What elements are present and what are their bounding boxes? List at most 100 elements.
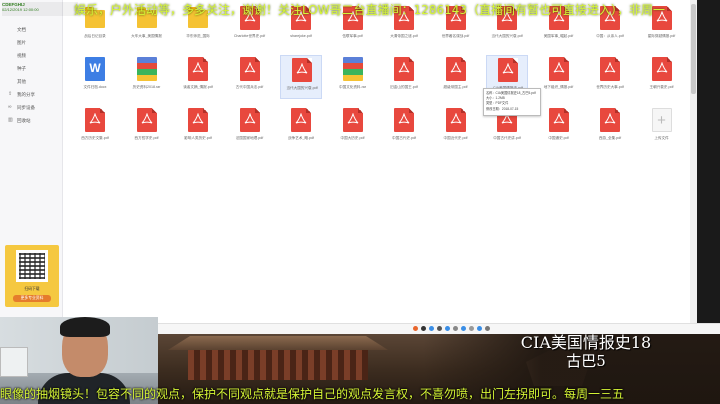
pdf-file-icon (548, 57, 569, 81)
file-name: sharejoke.pdf (290, 34, 312, 38)
file-item[interactable]: 中国通史.pdf (538, 106, 580, 150)
promo-qr-card[interactable]: 扫码下载 更多专业资料 (5, 245, 59, 307)
tray-icon[interactable] (477, 326, 482, 331)
file-name: 大清帝国之谜.pdf (390, 34, 418, 38)
file-item[interactable]: 超级帝国主.pdf (435, 55, 477, 99)
pdf-file-icon (394, 108, 414, 132)
file-name: 当代大国的兴衰.pdf (286, 86, 318, 90)
file-name: 西游_全集.pdf (598, 136, 622, 140)
file-name: 王朝兴衰史.pdf (649, 85, 674, 89)
pdf-file-icon (498, 58, 518, 82)
sidebar-item-label: 种子 (17, 65, 26, 71)
stream-screen: 文档 图片 视频 种子 其他 ⇪ 我的分享 ∞ 同步设备 ▥ 回收站 扫码下载 更多专… (0, 0, 720, 404)
sidebar-item-label: 回收站 (17, 117, 31, 123)
banner-text: 娱乐，户外活动等，多多关注，谢谢！关注LOW哥二台直播间：1286143（直播间… (74, 3, 666, 17)
stream-ticker: 眼像的抽烟镜头！包容不同的观点，保护不同观点就是保护自己的观点发言权，不喜勿喷，… (0, 385, 720, 404)
stream-tag-time: 02/12/2019 12:00:00 (2, 7, 39, 12)
file-item[interactable]: 中国古代史.pdf (383, 106, 425, 150)
tray-icon[interactable] (453, 326, 458, 331)
video-subtitle: 古巴5 (566, 352, 606, 370)
sidebar-item-trash[interactable]: ▥ 回收站 (8, 115, 62, 126)
file-item[interactable]: 战争艺术_略.pdf (280, 106, 322, 150)
file-name: 华东师范_国际 (186, 34, 210, 38)
sidebar-item-images[interactable]: 图片 (17, 37, 62, 48)
video-title: CIA美国情报史18 (520, 334, 652, 352)
file-name: 中国古代史.pdf (392, 136, 416, 140)
file-manager-window: 文档 图片 视频 种子 其他 ⇪ 我的分享 ∞ 同步设备 ▥ 回收站 扫码下载 更多专… (0, 0, 697, 334)
file-name: 世界历史大事.pdf (596, 85, 624, 89)
file-name: 中国大历史.pdf (340, 136, 365, 140)
tray-icon[interactable] (429, 326, 434, 331)
tray-icon[interactable] (469, 326, 474, 331)
pdf-file-icon (136, 108, 157, 132)
pdf-file-icon (445, 108, 466, 132)
trash-icon: ▥ (8, 117, 13, 123)
pdf-file-icon (239, 57, 260, 81)
file-item[interactable]: 世界历史大事.pdf (589, 55, 631, 99)
file-name: 中国：从亲人.pdf (596, 34, 624, 38)
file-item[interactable]: 王朝兴衰史.pdf (641, 55, 683, 99)
file-name: 西方历史文集.pdf (81, 136, 109, 140)
file-item[interactable]: 中国大历史.pdf (332, 106, 374, 150)
pdf-file-icon (445, 57, 466, 81)
file-name: 旧金山的国王.pdf (390, 85, 418, 89)
file-item[interactable]: 旧金山的国王.pdf (383, 55, 425, 99)
stream-tag: CDEFGHIJ 02/12/2019 12:00:00 (2, 2, 78, 16)
sidebar-item-torrents[interactable]: 种子 (17, 63, 62, 74)
file-name: 西方哲学史.pdf (134, 136, 159, 140)
file-name: 中国文化资料.rar (339, 85, 366, 89)
pdf-file-icon (600, 108, 620, 132)
file-name: 中国近代史.pdf (443, 136, 468, 140)
file-item[interactable]: 古代中国兵法.pdf (229, 55, 271, 99)
webcam-shelf (0, 347, 28, 377)
file-name: 上传文件 (654, 136, 669, 140)
file-item[interactable]: 历史资料2018.rar (126, 55, 168, 99)
file-item[interactable]: 影响人类历史.pdf (177, 106, 219, 150)
file-item[interactable]: 西游_全集.pdf (589, 106, 631, 150)
file-name: 伍联军事.pdf (342, 34, 363, 38)
sidebar-item-documents[interactable]: 文档 (17, 24, 62, 35)
tray-icon[interactable] (445, 326, 450, 331)
sidebar-item-sync[interactable]: ∞ 同步设备 (8, 102, 62, 113)
pdf-file-icon (342, 108, 363, 132)
tray-icon[interactable] (413, 326, 418, 331)
palace-roof-image (168, 336, 388, 350)
sidebar-item-label: 其他 (17, 78, 26, 84)
archive-file-icon (342, 57, 363, 81)
file-name: 美国军事_崛起.pdf (543, 34, 574, 38)
tray-icon[interactable] (461, 326, 466, 331)
sidebar-item-my-share[interactable]: ⇪ 我的分享 (8, 89, 62, 100)
webcam-person-hair (60, 317, 110, 337)
file-item[interactable]: 当代大国的兴衰.pdf (280, 55, 322, 99)
sidebar-item-label: 同步设备 (17, 104, 35, 110)
pdf-file-icon (188, 108, 208, 132)
palace-hall-image (188, 350, 368, 380)
sidebar-item-videos[interactable]: 视频 (17, 50, 62, 61)
sidebar-item-label: 我的分享 (17, 91, 35, 97)
file-name: 战争艺术_略.pdf (288, 136, 314, 140)
link-icon: ∞ (8, 104, 12, 110)
file-item[interactable]: 读者文摘_情报.pdf (177, 55, 219, 99)
tray-icon[interactable] (421, 326, 426, 331)
file-item[interactable]: 中国文化资料.rar (332, 55, 374, 99)
file-name: 战后日记目录 (84, 34, 106, 38)
vertical-scrollbar[interactable] (690, 0, 697, 334)
file-item[interactable]: + 上传文件 (641, 106, 683, 150)
file-item[interactable]: 法国国家地理.pdf (229, 106, 271, 150)
sidebar-item-other[interactable]: 其他 (17, 76, 62, 87)
file-name: 超级帝国主.pdf (443, 85, 468, 89)
file-item[interactable]: 西方历史文集.pdf (74, 106, 116, 150)
file-item[interactable]: 西方哲学史.pdf (126, 106, 168, 150)
pdf-file-icon (292, 58, 312, 82)
file-item[interactable]: W 文件归档.docx (74, 55, 116, 99)
file-name: 星际穿越情报.pdf (647, 34, 676, 38)
tooltip-line: 修改日期：2018-07-15 (486, 106, 519, 111)
tray-icon[interactable] (485, 326, 490, 331)
file-name: Charlotte世界史.pdf (233, 34, 266, 38)
qr-code (16, 250, 48, 282)
tray-icon[interactable] (437, 326, 442, 331)
promo-button[interactable]: 更多专业资料 (13, 295, 51, 302)
pdf-file-icon (548, 108, 569, 132)
file-item[interactable]: 地下组织_情报.pdf (538, 55, 580, 99)
file-item[interactable]: 中国近代史.pdf (435, 106, 477, 150)
